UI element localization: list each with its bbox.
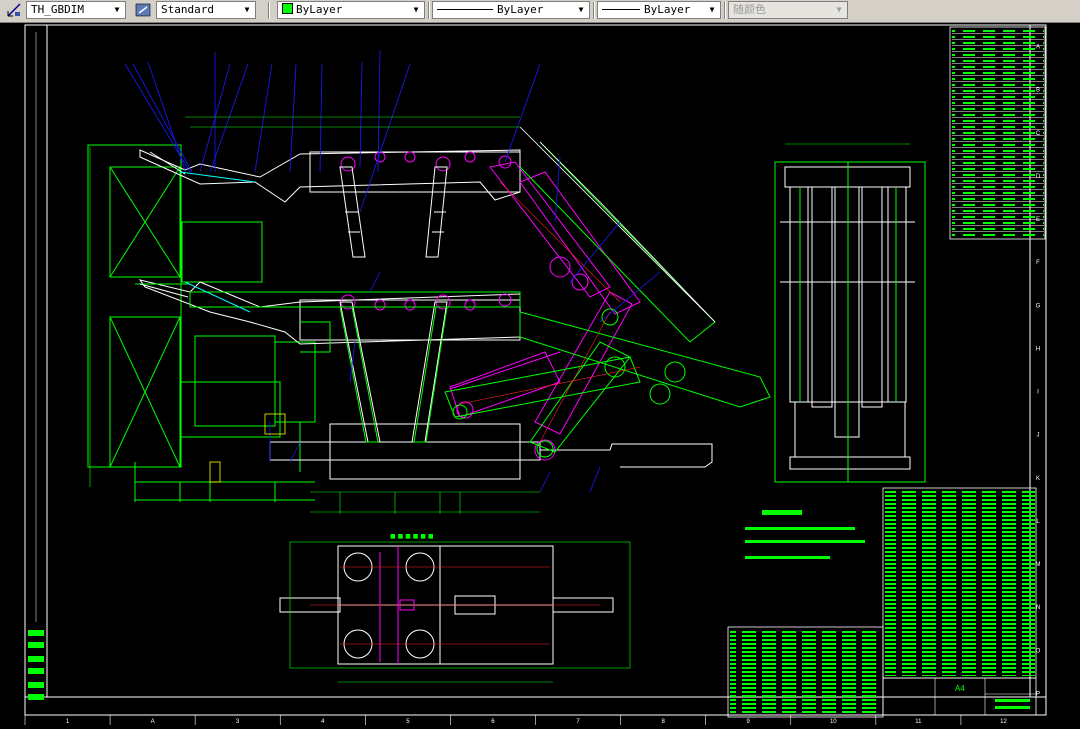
toolbar-separator: [724, 2, 726, 19]
grid-label: 11: [915, 719, 922, 725]
grid-label: O: [1036, 648, 1041, 654]
plan-view: ■ ■ ■ ■ ■ ■: [279, 533, 631, 683]
grid-label: 8: [661, 719, 665, 725]
grid-label: 4: [321, 719, 325, 725]
color-value: ByLayer: [296, 3, 343, 16]
grid-label: 9: [747, 719, 751, 725]
chevron-down-icon[interactable]: ▼: [575, 4, 587, 16]
grid-label: P: [1036, 691, 1040, 697]
parameter-table: [949, 26, 1046, 240]
plotstyle-select: 随颜色 ▼: [728, 1, 848, 19]
grid-label: 6: [491, 719, 495, 725]
title-block-label: A4: [955, 684, 965, 693]
grid-label: 10: [830, 719, 837, 725]
grid-label: 7: [576, 719, 580, 725]
properties-toolbar: TH_GBDIM ▼ Standard ▼ ByLayer ▼ ByLayer …: [0, 0, 1080, 23]
grid-label: G: [1036, 303, 1041, 309]
linetype-select[interactable]: ByLayer ▼: [432, 1, 590, 19]
linetype-preview-icon: [437, 9, 493, 10]
linetype-value: ByLayer: [497, 3, 544, 16]
color-swatch-icon: [282, 3, 293, 14]
bottom-grid-labels: 1 A 3 4 5 6 7 8 9 10 11 12: [24, 715, 1007, 725]
swing-arm-assembly: [444, 126, 771, 461]
grid-label: L: [1036, 519, 1040, 525]
lineweight-preview-icon: [602, 9, 640, 10]
grid-label: 3: [236, 719, 240, 725]
grid-label: J: [1037, 433, 1040, 439]
dimension-style-icon[interactable]: [6, 2, 22, 18]
toolbar-separator: [428, 2, 430, 19]
text-style-icon[interactable]: [135, 2, 151, 18]
chevron-down-icon: ▼: [836, 5, 842, 14]
toolbar-separator: [268, 2, 270, 19]
lineweight-value: ByLayer: [644, 3, 691, 16]
grid-label: 12: [1000, 719, 1007, 725]
grid-label: 1: [66, 719, 70, 725]
grid-label: H: [1036, 346, 1040, 352]
toolbar-separator: [593, 2, 595, 19]
lineweight-select[interactable]: ByLayer ▼: [597, 1, 721, 19]
grid-label: F: [1036, 260, 1040, 266]
left-margin-tags: [28, 32, 44, 700]
plotstyle-value: 随颜色: [733, 3, 766, 16]
technical-notes: [745, 510, 865, 559]
parts-list-table: [727, 487, 1037, 718]
chevron-down-icon[interactable]: ▼: [111, 4, 123, 16]
text-style-value: Standard: [161, 3, 214, 16]
svg-text:■ ■ ■ ■ ■ ■: ■ ■ ■ ■ ■ ■: [390, 533, 434, 540]
chevron-down-icon[interactable]: ▼: [241, 4, 253, 16]
grid-label: N: [1036, 605, 1040, 611]
text-style-select[interactable]: Standard ▼: [156, 1, 256, 19]
grid-label: I: [1037, 390, 1039, 396]
grid-label: 5: [406, 719, 410, 725]
main-elevation-view: [87, 144, 713, 502]
side-view: [774, 161, 926, 483]
color-select[interactable]: ByLayer ▼: [277, 1, 425, 19]
dimension-style-value: TH_GBDIM: [31, 3, 84, 16]
dimension-style-select[interactable]: TH_GBDIM ▼: [26, 1, 126, 19]
grid-label: A: [151, 719, 155, 725]
drawing-canvas[interactable]: 1A3456789101112 ABCDEFGHIJKLMNOP: [0, 22, 1080, 729]
chevron-down-icon[interactable]: ▼: [706, 4, 718, 16]
chevron-down-icon[interactable]: ▼: [410, 4, 422, 16]
grid-label: K: [1036, 476, 1040, 482]
